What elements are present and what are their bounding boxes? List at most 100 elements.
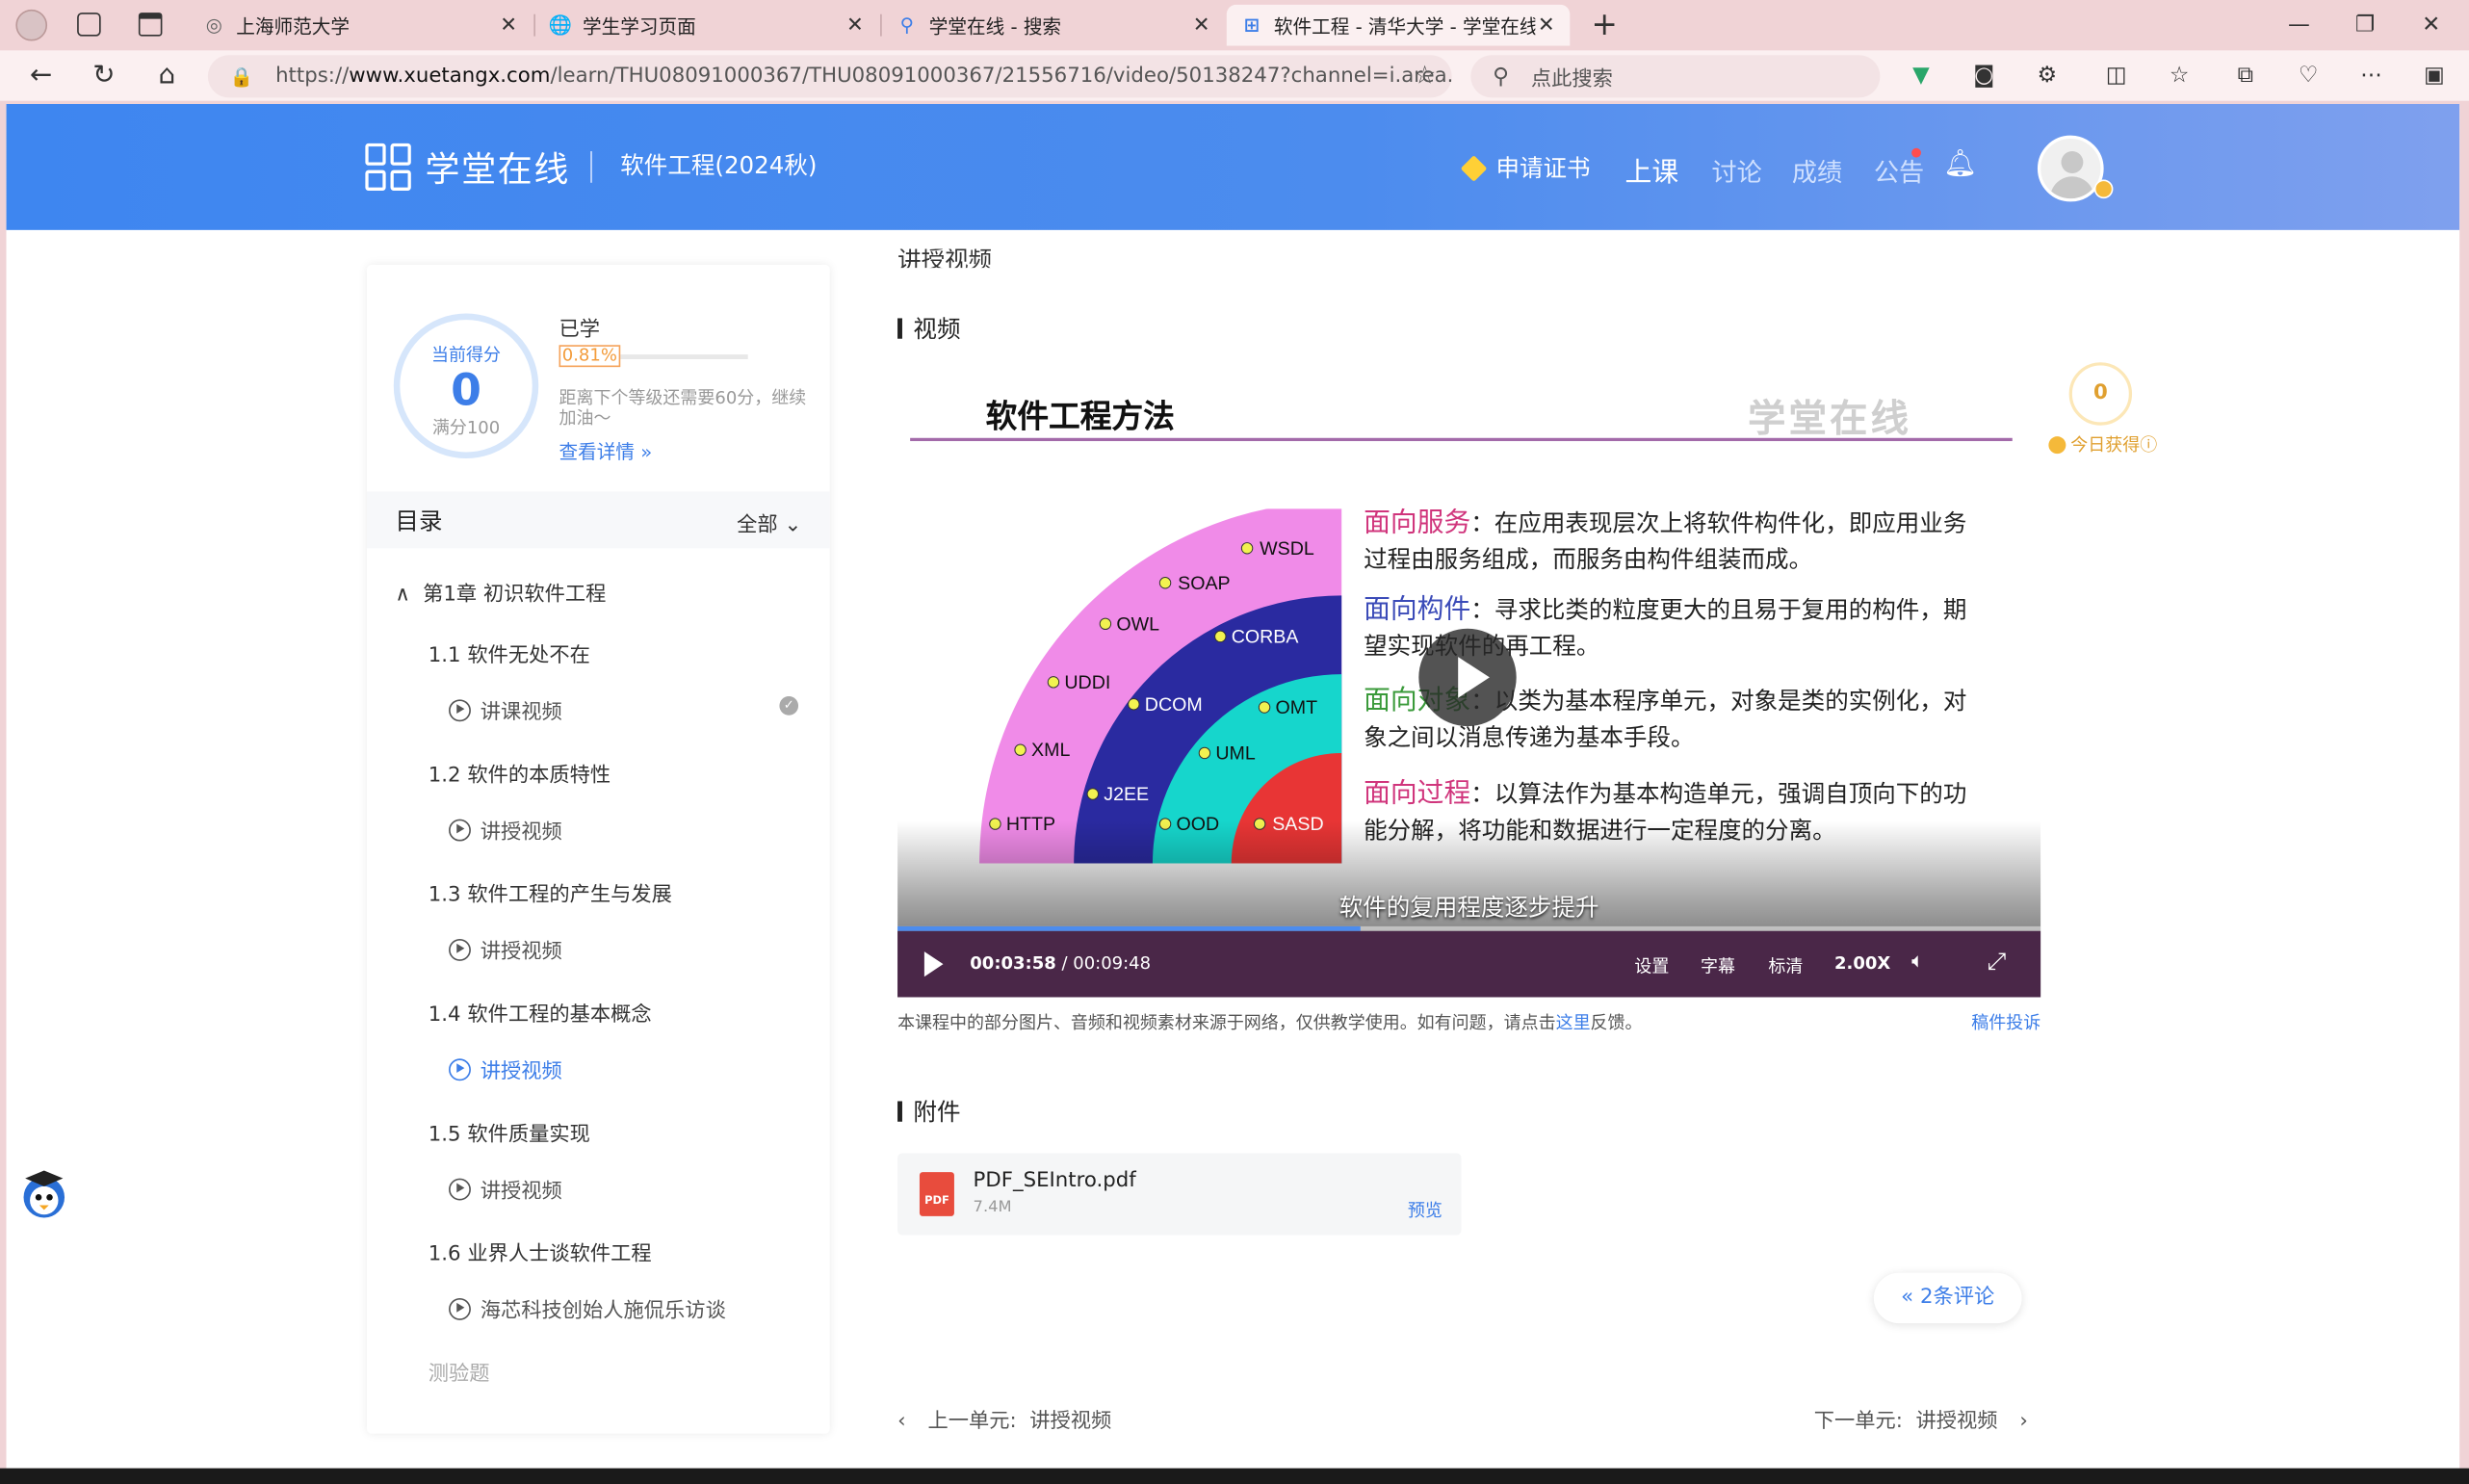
close-tab-icon[interactable]: ✕ (498, 13, 520, 38)
extensions-puzzle-icon[interactable]: ⚙ (2031, 60, 2063, 91)
nav-discussion[interactable]: 讨论 (1711, 151, 1761, 189)
help-circle-icon: ⓘ (2140, 434, 2158, 456)
diagram-dot (1158, 577, 1172, 589)
extension-icon[interactable]: ◙ (1968, 60, 2000, 91)
close-tab-icon[interactable]: ✕ (1535, 13, 1557, 38)
globe-icon: 🌐 (548, 13, 573, 37)
nav-class[interactable]: 上课 (1625, 149, 1679, 190)
close-window-button[interactable]: ✕ (2400, 8, 2462, 42)
double-chevron-right-icon: » (640, 441, 653, 463)
play-circle-icon (449, 1297, 471, 1320)
today-earned[interactable]: 今日获得 ⓘ (2048, 431, 2157, 456)
address-bar-row: ← ↻ ⌂ 🔒 https://www.xuetangx.com/learn/T… (0, 50, 2469, 101)
section-1-6[interactable]: 1.6 业界人士谈软件工程 (429, 1237, 652, 1267)
speed-button[interactable]: 2.00X (1834, 953, 1890, 974)
next-unit-link[interactable]: 下一单元: 讲授视频 › (1814, 1404, 2028, 1434)
section-1-5[interactable]: 1.5 软件质量实现 (429, 1117, 590, 1147)
score-ring: 当前得分 0 满分100 (393, 313, 539, 459)
view-details-link[interactable]: 查看详情 » (559, 438, 652, 465)
browser-search-field[interactable]: ⚲ 点此搜索 (1470, 55, 1881, 98)
play-circle-icon (449, 1057, 471, 1080)
workspaces-icon[interactable] (77, 13, 101, 37)
lesson-1-5-video[interactable]: 讲授视频 (449, 1174, 562, 1204)
nav-grades[interactable]: 成绩 (1792, 151, 1842, 189)
play-icon[interactable] (923, 951, 944, 977)
attachment-card[interactable]: PDF PDF_SEIntro.pdf 7.4M 预览 (897, 1153, 1462, 1236)
course-sidebar: 当前得分 0 满分100 已学 0.81% 距离下个等级还需要60分，继续加油～… (367, 264, 830, 1434)
chapter-1[interactable]: ∧ 第1章 初识软件工程 (395, 577, 606, 607)
split-screen-icon[interactable]: ◫ (2100, 60, 2132, 91)
preview-link[interactable]: 预览 (1408, 1197, 1442, 1222)
bell-icon[interactable]: 🔔︎ (1943, 148, 1977, 180)
lesson-1-4-video[interactable]: 讲授视频 (449, 1054, 562, 1083)
lock-icon[interactable]: 🔒 (230, 65, 253, 88)
close-tab-icon[interactable]: ✕ (844, 13, 866, 38)
browser-essentials-icon[interactable]: ♡ (2293, 60, 2325, 91)
report-link[interactable]: 稿件投诉 (1971, 1010, 2040, 1035)
refresh-icon[interactable]: ↻ (85, 57, 122, 94)
tab-software-engineering[interactable]: ⊞ 软件工程 - 清华大学 - 学堂在线 ✕ (1226, 4, 1571, 46)
collections-icon[interactable]: ⧉ (2229, 60, 2261, 91)
page-viewport: 学堂在线 软件工程(2024秋) 申请证书 上课 讨论 成绩 公告 🔔︎ 当前得… (6, 103, 2460, 1469)
lesson-1-2-video[interactable]: 讲授视频 (449, 815, 562, 845)
lesson-1-1-video[interactable]: 讲课视频 (449, 694, 562, 725)
video-player[interactable]: 软件工程方法 学堂在线 WSDL SOAP OWL CORBA UDDI DCO… (897, 355, 2041, 998)
lesson-1-3-video[interactable]: 讲授视频 (449, 934, 562, 964)
more-menu-icon[interactable]: ⋯ (2355, 60, 2387, 91)
chevron-up-icon: ∧ (395, 583, 410, 607)
diagram-dot (1128, 698, 1140, 711)
diamond-icon (1460, 154, 1488, 182)
diagram-dot (1047, 676, 1060, 689)
tab-actions-icon[interactable] (138, 13, 163, 37)
apply-certificate-link[interactable]: 申请证书 (1460, 151, 1591, 184)
volume-icon[interactable]: 🔈︎ (1911, 950, 1924, 974)
chevron-down-icon: ⌄ (784, 513, 802, 537)
big-play-button[interactable] (1418, 628, 1517, 727)
section-1-4[interactable]: 1.4 软件工程的基本概念 (429, 998, 652, 1028)
quality-button[interactable]: 标清 (1768, 953, 1803, 978)
close-tab-icon[interactable]: ✕ (1190, 13, 1212, 38)
label-soap: SOAP (1178, 573, 1230, 594)
methods-arc-diagram: WSDL SOAP OWL CORBA UDDI DCOM OMT XML UM… (979, 508, 1342, 864)
toc-filter-dropdown[interactable]: 全部 ⌄ (737, 508, 801, 537)
section-1-1[interactable]: 1.1 软件无处不在 (429, 638, 590, 668)
copyright-disclaimer: 本课程中的部分图片、音频和视频素材来源于网络，仅供教学使用。如有问题，请点击这里… (897, 1012, 1643, 1034)
diagram-dot (1258, 701, 1271, 714)
tab-student-page[interactable]: 🌐 学生学习页面 ✕ (535, 5, 878, 46)
previous-unit-link[interactable]: ‹ 上一单元: 讲授视频 (897, 1404, 1111, 1434)
back-icon[interactable]: ← (22, 57, 60, 94)
lesson-1-6-video[interactable]: 海芯科技创始人施侃乐访谈 (449, 1293, 726, 1323)
subtitles-button[interactable]: 字幕 (1701, 953, 1735, 978)
minimize-button[interactable]: — (2268, 8, 2330, 42)
profile-avatar-icon[interactable] (15, 9, 48, 41)
site-logo[interactable]: 学堂在线 (365, 142, 570, 192)
restore-button[interactable]: ❐ (2333, 8, 2396, 42)
learned-label: 已学 (559, 318, 601, 342)
completed-check-icon: ✓ (779, 696, 799, 716)
section-1-2[interactable]: 1.2 软件的本质特性 (429, 758, 611, 788)
new-tab-button[interactable]: + (1587, 5, 1622, 42)
tab-shnu[interactable]: ◎ 上海师范大学 ✕ (189, 5, 532, 46)
fullscreen-icon[interactable]: ⤢ (1988, 947, 2007, 975)
label-owl: OWL (1116, 613, 1159, 635)
slide-title: 软件工程方法 (985, 397, 1175, 435)
quiz-item[interactable]: 测验题 (429, 1356, 490, 1387)
tab-search[interactable]: ⚲ 学堂在线 - 搜索 ✕ (882, 5, 1225, 46)
label-xml: XML (1031, 740, 1070, 761)
comments-button[interactable]: « 2条评论 (1873, 1272, 2022, 1324)
url-field[interactable]: 🔒 https://www.xuetangx.com/learn/THU0809… (207, 55, 1452, 98)
attachment-name: PDF_SEIntro.pdf (973, 1168, 1136, 1193)
section-1-3[interactable]: 1.3 软件工程的产生与发展 (429, 877, 672, 908)
feedback-link[interactable]: 这里 (1556, 1013, 1591, 1033)
vue-extension-icon[interactable]: ▼ (1906, 60, 1937, 91)
today-points-circle: 0 (2068, 362, 2133, 426)
video-time: 00:03:58 / 00:09:48 (970, 952, 1152, 974)
assistant-mascot-icon[interactable] (19, 1166, 69, 1220)
home-icon[interactable]: ⌂ (148, 57, 186, 94)
settings-button[interactable]: 设置 (1634, 953, 1669, 978)
favorites-icon[interactable]: ☆ (2164, 60, 2196, 91)
double-chevron-left-icon: « (1901, 1285, 1914, 1310)
favorite-star-icon[interactable]: ☆ (1414, 60, 1436, 90)
label-omt: OMT (1276, 697, 1318, 718)
sidebar-toggle-icon[interactable]: ▣ (2419, 60, 2451, 91)
